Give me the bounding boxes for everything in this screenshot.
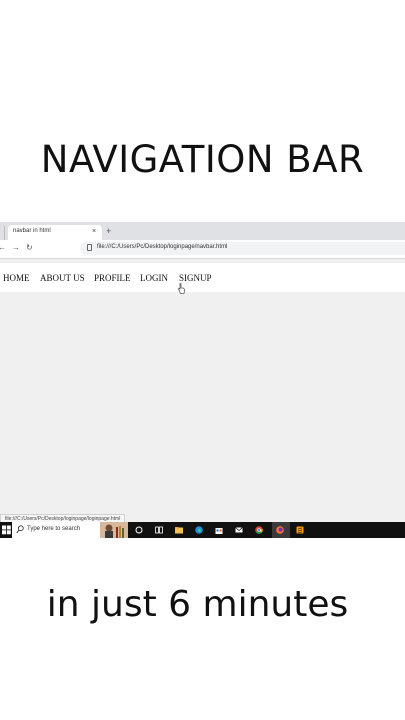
back-icon[interactable]: ← (0, 243, 6, 253)
sublime-icon[interactable] (296, 526, 304, 534)
address-bar[interactable]: file:///C:/Users/Pc/Desktop/loginpage/na… (80, 242, 405, 255)
taskbar-search[interactable]: Type here to search (12, 522, 128, 538)
nav-link-profile[interactable]: PROFILE (94, 273, 131, 283)
browser-window: navbar in html × + ← → ↻ file:///C:/User… (0, 222, 405, 538)
title-caption: NAVIGATION BAR (40, 138, 365, 181)
cortana-icon[interactable] (135, 526, 143, 534)
nav-link-about-us[interactable]: ABOUT US (40, 273, 85, 283)
navbar: HOME ABOUT US PROFILE LOGIN SIGNUP (0, 263, 405, 294)
previous-tab-edge[interactable] (0, 226, 5, 240)
page-content: HOME ABOUT US PROFILE LOGIN SIGNUP (0, 259, 405, 516)
tab-navbar[interactable]: navbar in html × (8, 225, 102, 240)
nav-link-home[interactable]: HOME (3, 273, 30, 283)
tab-title: navbar in html (13, 228, 51, 234)
taskbar: Type here to search (0, 522, 405, 538)
forward-icon[interactable]: → (12, 243, 20, 253)
reload-icon[interactable]: ↻ (26, 243, 33, 253)
windows-icon[interactable] (2, 525, 11, 535)
nav-link-login[interactable]: LOGIN (140, 273, 168, 283)
subtitle-caption: in just 6 minutes (46, 584, 349, 625)
close-icon[interactable]: × (92, 227, 96, 236)
chrome-icon[interactable] (255, 526, 263, 534)
task-view-icon[interactable] (155, 526, 163, 534)
search-icon (16, 525, 24, 534)
nav-link-signup[interactable]: SIGNUP (179, 273, 212, 283)
new-tab-icon[interactable]: + (106, 226, 111, 236)
hand-cursor-icon (178, 283, 185, 294)
browser-toolbar: ← → ↻ file:///C:/Users/Pc/Desktop/loginp… (0, 240, 405, 259)
file-icon (87, 244, 92, 251)
firefox-icon[interactable] (276, 526, 284, 534)
search-highlight-image (100, 522, 128, 538)
edge-icon[interactable] (195, 526, 203, 534)
mail-icon[interactable] (235, 526, 243, 534)
search-placeholder: Type here to search (27, 526, 81, 532)
url-text: file:///C:/Users/Pc/Desktop/loginpage/na… (97, 244, 228, 250)
store-icon[interactable] (215, 526, 223, 534)
video-frame: NAVIGATION BAR navbar in html × + ← → ↻ … (0, 0, 405, 720)
tab-strip: navbar in html × + (0, 222, 405, 240)
file-explorer-icon[interactable] (175, 526, 183, 534)
